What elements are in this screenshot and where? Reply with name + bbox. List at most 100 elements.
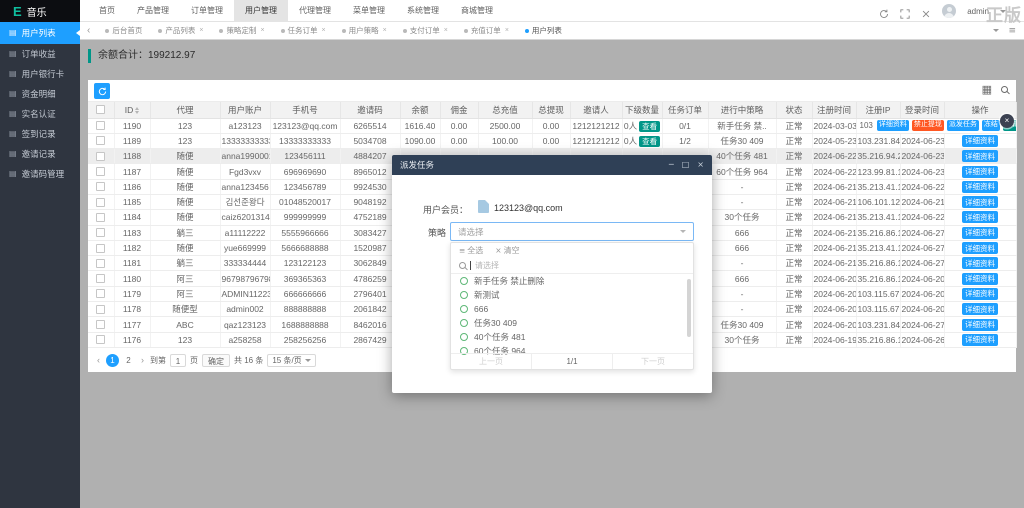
page-number[interactable]: 1	[106, 354, 119, 367]
maximize-icon[interactable]: □	[682, 161, 690, 169]
sidebar-item-订单收益[interactable]: ▤订单收益	[0, 44, 80, 64]
checkbox[interactable]	[96, 136, 105, 145]
checkbox[interactable]	[96, 121, 105, 130]
tabs-dropdown-icon[interactable]	[993, 29, 999, 32]
dropdown-option[interactable]: 任务30 409	[451, 316, 693, 330]
nav-item[interactable]: 首页	[88, 0, 126, 22]
action-button-详细资料[interactable]: 详细资料	[962, 181, 998, 193]
tab-close-icon[interactable]: ×	[383, 27, 387, 34]
view-subordinates-badge[interactable]: 查看	[639, 136, 660, 147]
checkbox[interactable]	[96, 213, 105, 222]
checkbox[interactable]	[96, 152, 105, 161]
prev-page-button[interactable]: ‹	[95, 355, 102, 365]
checkbox[interactable]	[96, 228, 105, 237]
tab[interactable]: 产品列表×	[150, 25, 211, 36]
jump-confirm-button[interactable]: 确定	[202, 354, 230, 367]
refresh-table-button[interactable]	[94, 83, 110, 99]
action-button-详细资料[interactable]: 详细资料	[962, 273, 998, 285]
sidebar-item-用户列表[interactable]: ▤用户列表	[0, 22, 80, 44]
action-button-详细资料[interactable]: 详细资料	[962, 319, 998, 331]
view-subordinates-badge[interactable]: 查看	[639, 121, 660, 132]
tab[interactable]: 后台首页	[97, 25, 150, 36]
checkbox[interactable]	[96, 274, 105, 283]
sidebar-item-用户银行卡[interactable]: ▤用户银行卡	[0, 64, 80, 84]
tab[interactable]: 策略定制×	[211, 25, 272, 36]
tab-close-icon[interactable]: ×	[260, 27, 264, 34]
tabs-menu-icon[interactable]: ≡	[1008, 26, 1016, 36]
action-button-派发任务[interactable]: 派发任务	[947, 120, 979, 130]
search-icon[interactable]	[1001, 86, 1008, 93]
sidebar-item-资金明细[interactable]: ▤资金明细	[0, 84, 80, 104]
tab[interactable]: 用户策略×	[334, 25, 395, 36]
sidebar-item-实名认证[interactable]: ▤实名认证	[0, 104, 80, 124]
nav-item[interactable]: 商城管理	[450, 0, 504, 22]
action-button-详细资料[interactable]: 详细资料	[962, 150, 998, 162]
strategy-select[interactable]: 请选择	[450, 222, 694, 241]
fullscreen-icon[interactable]	[900, 6, 910, 16]
select-all-link[interactable]: ≡全选	[459, 245, 483, 256]
action-button-详细资料[interactable]: 详细资料	[877, 120, 909, 130]
action-button-详细资料[interactable]: 详细资料	[962, 242, 998, 254]
modal-close-icon[interactable]: ×	[697, 161, 704, 169]
dropdown-option[interactable]: 新测试	[451, 288, 693, 302]
action-button-禁止提现[interactable]: 禁止提现	[912, 120, 944, 130]
checkbox[interactable]	[96, 259, 105, 268]
tab[interactable]: 任务订单×	[273, 25, 334, 36]
page-size-select[interactable]: 15 条/页	[267, 354, 315, 367]
action-button-详细资料[interactable]: 详细资料	[962, 135, 998, 147]
nav-item[interactable]: 产品管理	[126, 0, 180, 22]
nav-item[interactable]: 订单管理	[180, 0, 234, 22]
dropdown-search[interactable]: 请选择	[451, 258, 693, 274]
tab[interactable]: 支付订单×	[395, 25, 456, 36]
action-button-详细资料[interactable]: 详细资料	[962, 211, 998, 223]
dropdown-option[interactable]: 40个任务 481	[451, 330, 693, 344]
nav-item[interactable]: 菜单管理	[342, 0, 396, 22]
next-page-button[interactable]: ›	[139, 355, 146, 365]
close-icon[interactable]	[921, 6, 931, 16]
tab-close-icon[interactable]: ×	[322, 27, 326, 34]
checkbox[interactable]	[96, 244, 105, 253]
select-all-header[interactable]	[88, 102, 114, 118]
action-button-详细资料[interactable]: 详细资料	[962, 288, 998, 300]
tabs-scroll-left-icon[interactable]: ‹	[80, 25, 97, 36]
checkbox[interactable]	[96, 305, 105, 314]
checkbox[interactable]	[96, 320, 105, 329]
tab[interactable]: 用户列表	[517, 25, 570, 36]
page-number[interactable]: 2	[122, 354, 135, 367]
checkbox[interactable]	[96, 105, 105, 114]
close-float-button[interactable]: ×	[1000, 114, 1014, 128]
dropdown-prev-button[interactable]: 上一页	[451, 354, 531, 369]
columns-grid-icon[interactable]: ▦	[982, 84, 992, 95]
dropdown-scrollbar[interactable]	[687, 279, 691, 337]
action-button-详细资料[interactable]: 详细资料	[962, 196, 998, 208]
user-avatar[interactable]	[942, 4, 956, 18]
sidebar-item-邀请记录[interactable]: ▤邀请记录	[0, 144, 80, 164]
nav-item[interactable]: 代理管理	[288, 0, 342, 22]
action-button-详细资料[interactable]: 详细资料	[962, 166, 998, 178]
action-button-详细资料[interactable]: 详细资料	[962, 227, 998, 239]
action-button-详细资料[interactable]: 详细资料	[962, 257, 998, 269]
action-button-详细资料[interactable]: 详细资料	[962, 303, 998, 315]
action-button-详细资料[interactable]: 详细资料	[962, 334, 998, 346]
checkbox[interactable]	[96, 289, 105, 298]
page-jump-input[interactable]: 1	[170, 354, 186, 367]
sort-icon[interactable]	[135, 107, 139, 114]
checkbox[interactable]	[96, 182, 105, 191]
modal-header[interactable]: 派发任务 ─ □ ×	[392, 155, 712, 175]
refresh-icon[interactable]	[879, 6, 889, 16]
tab[interactable]: 充值订单×	[456, 25, 517, 36]
minimize-icon[interactable]: ─	[669, 161, 674, 169]
tab-close-icon[interactable]: ×	[444, 27, 448, 34]
dropdown-option[interactable]: 666	[451, 302, 693, 316]
tab-close-icon[interactable]: ×	[199, 27, 203, 34]
checkbox[interactable]	[96, 198, 105, 207]
clear-link[interactable]: ×清空	[495, 245, 519, 256]
tab-close-icon[interactable]: ×	[505, 27, 509, 34]
action-button-冻结[interactable]: 冻结	[982, 120, 1000, 130]
dropdown-next-button[interactable]: 下一页	[612, 354, 693, 369]
nav-item[interactable]: 用户管理	[234, 0, 288, 22]
checkbox[interactable]	[96, 335, 105, 344]
checkbox[interactable]	[96, 167, 105, 176]
nav-item[interactable]: 系统管理	[396, 0, 450, 22]
sidebar-item-邀请码管理[interactable]: ▤邀请码管理	[0, 164, 80, 184]
